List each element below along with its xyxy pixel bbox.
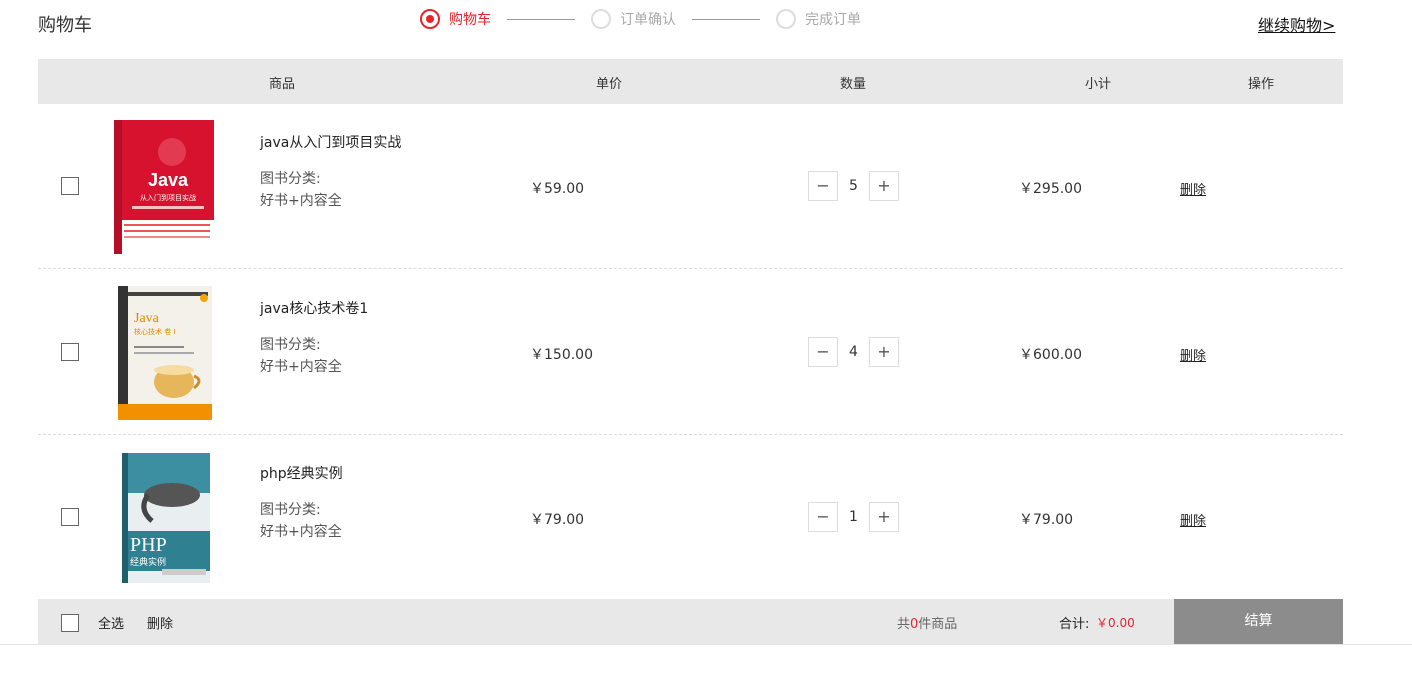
selected-count: 共0件商品 <box>897 613 957 632</box>
item-subtotal: ￥79.00 <box>1019 512 1074 528</box>
checkout-steps: 购物车 订单确认 完成订单 <box>420 8 861 30</box>
header-unit-price: 单价 <box>596 77 623 92</box>
step-connector <box>507 18 575 20</box>
select-all-checkbox[interactable] <box>61 614 79 632</box>
book-cover-image: Java 核心技术 卷 I <box>112 286 216 420</box>
header-subtotal: 小计 <box>1085 77 1112 92</box>
header-quantity: 数量 <box>840 77 867 92</box>
count-prefix: 共 <box>897 617 911 632</box>
quantity-increment-button[interactable]: + <box>869 337 899 367</box>
page-divider <box>0 644 1412 645</box>
cart-table-header: 商品 单价 数量 小计 操作 <box>38 59 1343 104</box>
item-subtotal: ￥295.00 <box>1019 181 1082 197</box>
quantity-value[interactable]: 4 <box>838 337 869 367</box>
step-active-radio-icon <box>420 9 440 29</box>
item-title[interactable]: java从入门到项目实战 <box>260 132 401 152</box>
quantity-decrement-button[interactable]: − <box>808 171 838 201</box>
cover-subtitle-text: 从入门到项目实战 <box>140 193 196 202</box>
page-title: 购物车 <box>38 15 92 36</box>
item-checkbox[interactable] <box>61 177 79 195</box>
total-value: ￥0.00 <box>1096 616 1135 630</box>
cover-title-text: Java <box>148 170 189 190</box>
item-category-label: 图书分类: <box>260 337 321 353</box>
step-label: 订单确认 <box>620 12 676 28</box>
quantity-decrement-button[interactable]: − <box>808 502 838 532</box>
delete-item-link[interactable]: 删除 <box>1180 179 1206 198</box>
continue-shopping-link[interactable]: 继续购物> <box>1258 12 1335 36</box>
delete-item-link[interactable]: 删除 <box>1180 345 1206 364</box>
delete-selected-button[interactable]: 删除 <box>147 613 173 632</box>
item-category-value: 好书+内容全 <box>260 193 342 209</box>
header-action: 操作 <box>1248 77 1275 92</box>
cart-item-row: PHP 经典实例 php经典实例 图书分类: 好书+内容全 ￥79.00 − 1… <box>38 435 1343 600</box>
total-label: 合计: <box>1059 617 1090 632</box>
step-cart: 购物车 <box>420 9 491 29</box>
cover-subtitle-text: 核心技术 卷 I <box>134 327 176 336</box>
cart-item-row: Java 从入门到项目实战 java从入门到项目实战 图书分类: 好书+内容全 … <box>38 104 1343 269</box>
delete-item-link[interactable]: 删除 <box>1180 510 1206 529</box>
header-product: 商品 <box>269 77 296 92</box>
quantity-value[interactable]: 1 <box>838 502 869 532</box>
quantity-increment-button[interactable]: + <box>869 171 899 201</box>
cart-item-row: Java 核心技术 卷 I java核心技术卷1 图书分类: 好书+内容全 ￥1… <box>38 270 1343 435</box>
item-category-label: 图书分类: <box>260 171 321 187</box>
step-radio-icon <box>776 9 796 29</box>
step-order-complete: 完成订单 <box>776 9 861 29</box>
cart-footer-bar: 全选 删除 共0件商品 合计: ￥0.00 结算 <box>38 599 1343 644</box>
checkout-button[interactable]: 结算 <box>1174 599 1343 644</box>
quantity-value[interactable]: 5 <box>838 171 869 201</box>
item-unit-price: ￥150.00 <box>530 347 593 363</box>
item-category-value: 好书+内容全 <box>260 524 342 540</box>
item-unit-price: ￥79.00 <box>530 512 585 528</box>
select-all-label[interactable]: 全选 <box>98 613 124 632</box>
count-suffix: 件商品 <box>918 617 958 632</box>
cover-title-text: PHP <box>130 534 167 556</box>
item-category-value: 好书+内容全 <box>260 359 342 375</box>
step-order-confirm: 订单确认 <box>591 9 676 29</box>
item-category-label: 图书分类: <box>260 502 321 518</box>
step-label: 购物车 <box>449 12 491 28</box>
item-title[interactable]: php经典实例 <box>260 463 343 483</box>
step-radio-icon <box>591 9 611 29</box>
quantity-increment-button[interactable]: + <box>869 502 899 532</box>
item-subtotal: ￥600.00 <box>1019 347 1082 363</box>
item-unit-price: ￥59.00 <box>530 181 585 197</box>
cover-subtitle-text: 经典实例 <box>130 556 166 568</box>
quantity-decrement-button[interactable]: − <box>808 337 838 367</box>
item-title[interactable]: java核心技术卷1 <box>260 298 368 318</box>
book-cover-image: Java 从入门到项目实战 <box>112 120 216 254</box>
step-label: 完成订单 <box>805 12 861 28</box>
item-checkbox[interactable] <box>61 508 79 526</box>
step-connector <box>692 18 760 20</box>
book-cover-image: PHP 经典实例 <box>112 451 216 585</box>
item-checkbox[interactable] <box>61 343 79 361</box>
cover-title-text: Java <box>134 311 160 326</box>
